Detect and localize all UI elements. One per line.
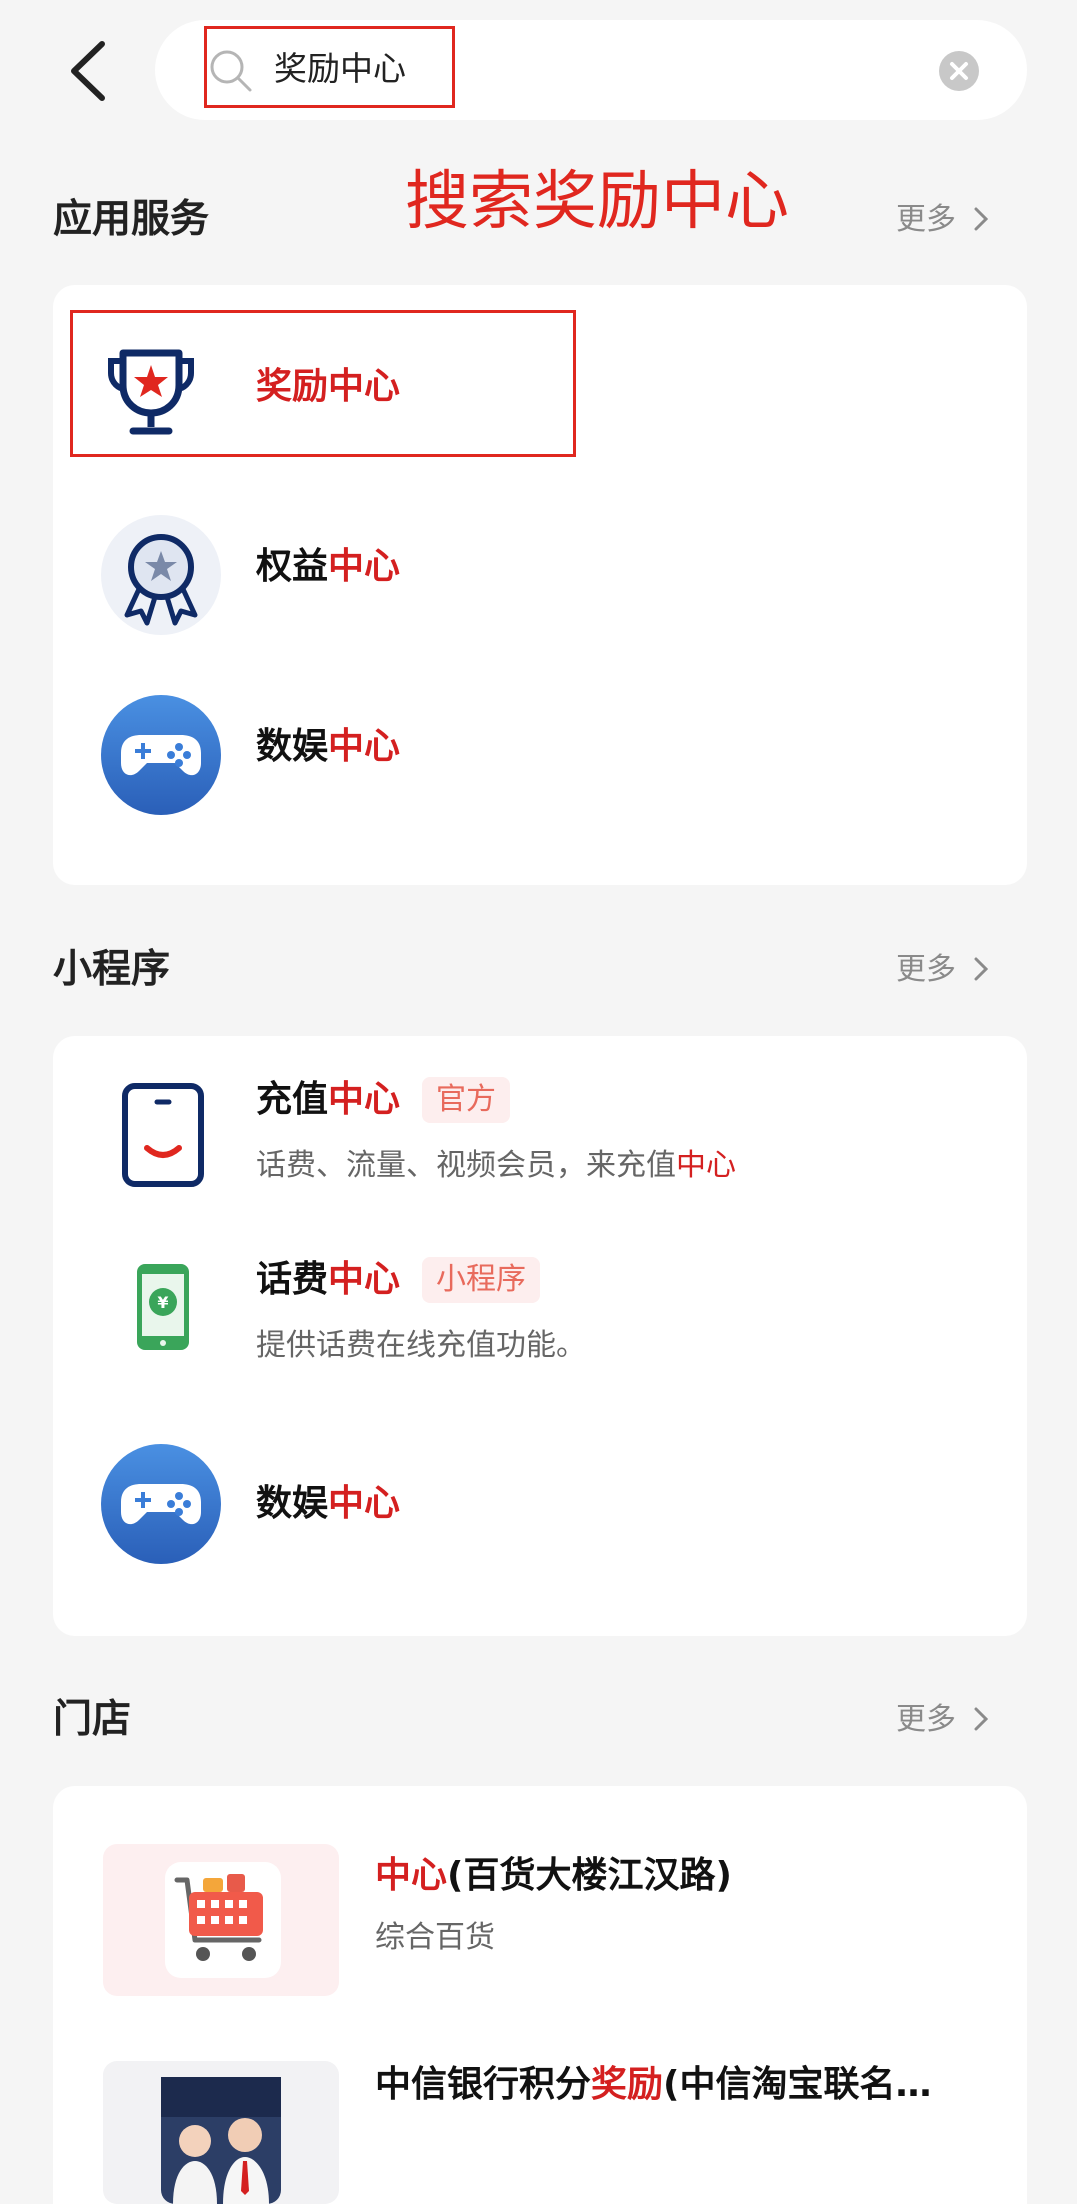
section-title-app-services: 应用服务 (53, 197, 210, 242)
more-link-app-services[interactable]: 更多 (896, 195, 988, 245)
chevron-left-icon (71, 41, 105, 101)
item-title-highlight: 中心 (328, 1259, 401, 1300)
annotation-label: 搜索奖励中心 (405, 165, 789, 239)
section-title-stores: 门店 (53, 1697, 132, 1742)
store-thumbnail (103, 2061, 339, 2204)
chevron-right-icon (974, 957, 988, 981)
list-item-benefits-center[interactable]: 权益中心 (53, 495, 1027, 635)
list-item-recharge-center[interactable]: 充值中心 官方 话费、流量、视频会员，来充值中心 (53, 1076, 1027, 1226)
store-title-highlight: 中心 (375, 1855, 448, 1896)
people-thumbnail (161, 2077, 281, 2204)
shopping-cart-icon (165, 1862, 281, 1978)
store-title: 中心(百货大楼江汉路) (375, 1852, 732, 1900)
svg-text:¥: ¥ (157, 1293, 168, 1312)
list-item-store[interactable]: 中信银行积分奖励(中信淘宝联名… (53, 2061, 1027, 2204)
back-button[interactable] (60, 38, 120, 104)
official-tag: 官方 (422, 1077, 511, 1123)
item-title-prefix: 充值 (256, 1079, 329, 1120)
item-title-highlight: 中心 (328, 726, 401, 767)
yuan-phone-icon: ¥ (135, 1262, 191, 1352)
list-item-phone-bill-center[interactable]: ¥ 话费中心 小程序 提供话费在线充值功能。 (53, 1256, 1027, 1406)
reward-center-highlight-box (70, 310, 576, 457)
store-title-prefix: 中信银行积分 (375, 2064, 592, 2105)
store-title: 中信银行积分奖励(中信淘宝联名… (375, 2061, 932, 2109)
item-title-prefix: 数娱 (256, 1483, 329, 1524)
more-label: 更多 (896, 952, 956, 987)
gamepad-icon (101, 695, 221, 815)
item-title-highlight: 中心 (328, 1079, 401, 1120)
clear-search-icon[interactable] (938, 50, 980, 92)
chevron-right-icon (974, 1707, 988, 1731)
store-title-highlight: 奖励 (591, 2064, 664, 2105)
more-label: 更多 (896, 1702, 956, 1737)
item-title-prefix: 权益 (256, 546, 329, 587)
item-title: 话费中心 小程序 (256, 1256, 541, 1304)
store-title-suffix: (百货大楼江汉路) (447, 1855, 732, 1896)
item-desc-highlight: 中心 (676, 1148, 736, 1183)
stores-card: 中心(百货大楼江汉路) 综合百货 中信银行积分奖励(中信淘宝联名… (53, 1786, 1027, 2204)
item-title: 数娱中心 (256, 1480, 400, 1528)
store-title-suffix: (中信淘宝联名… (663, 2064, 932, 2105)
item-description: 提供话费在线充值功能。 (256, 1328, 586, 1363)
store-thumbnail (103, 1844, 339, 1996)
more-link-stores[interactable]: 更多 (896, 1695, 988, 1745)
item-title: 权益中心 (256, 543, 400, 591)
item-title-highlight: 中心 (328, 546, 401, 587)
item-title-prefix: 数娱 (256, 726, 329, 767)
more-label: 更多 (896, 202, 956, 237)
chevron-right-icon (974, 207, 988, 231)
gamepad-icon (101, 1444, 221, 1564)
badge-icon (101, 515, 221, 635)
search-icon (208, 48, 254, 94)
item-title-prefix: 话费 (256, 1259, 329, 1300)
item-title-highlight: 中心 (328, 1483, 401, 1524)
list-item-digital-entertainment[interactable]: 数娱中心 (53, 675, 1027, 815)
section-title-mini-programs: 小程序 (53, 947, 171, 992)
store-category: 综合百货 (375, 1920, 495, 1955)
mini-programs-card: 充值中心 官方 话费、流量、视频会员，来充值中心 ¥ 话费中心 小程序 提供话费在线… (53, 1036, 1027, 1636)
search-input[interactable]: 奖励中心 (274, 44, 406, 94)
item-desc-prefix: 话费、流量、视频会员，来充值 (256, 1148, 676, 1183)
phone-icon (121, 1082, 205, 1188)
list-item-digital-entertainment[interactable]: 数娱中心 (53, 1426, 1027, 1576)
more-link-mini-programs[interactable]: 更多 (896, 945, 988, 995)
list-item-store[interactable]: 中心(百货大楼江汉路) 综合百货 (53, 1844, 1027, 2004)
item-title: 数娱中心 (256, 723, 400, 771)
item-description: 话费、流量、视频会员，来充值中心 (256, 1144, 736, 1188)
mini-program-tag: 小程序 (422, 1257, 541, 1303)
item-title: 充值中心 官方 (256, 1076, 511, 1124)
search-results-page: 奖励中心 搜索奖励中心 应用服务 更多 奖励中心 权益中心 数娱中心 小程序 更… (0, 0, 1077, 2204)
